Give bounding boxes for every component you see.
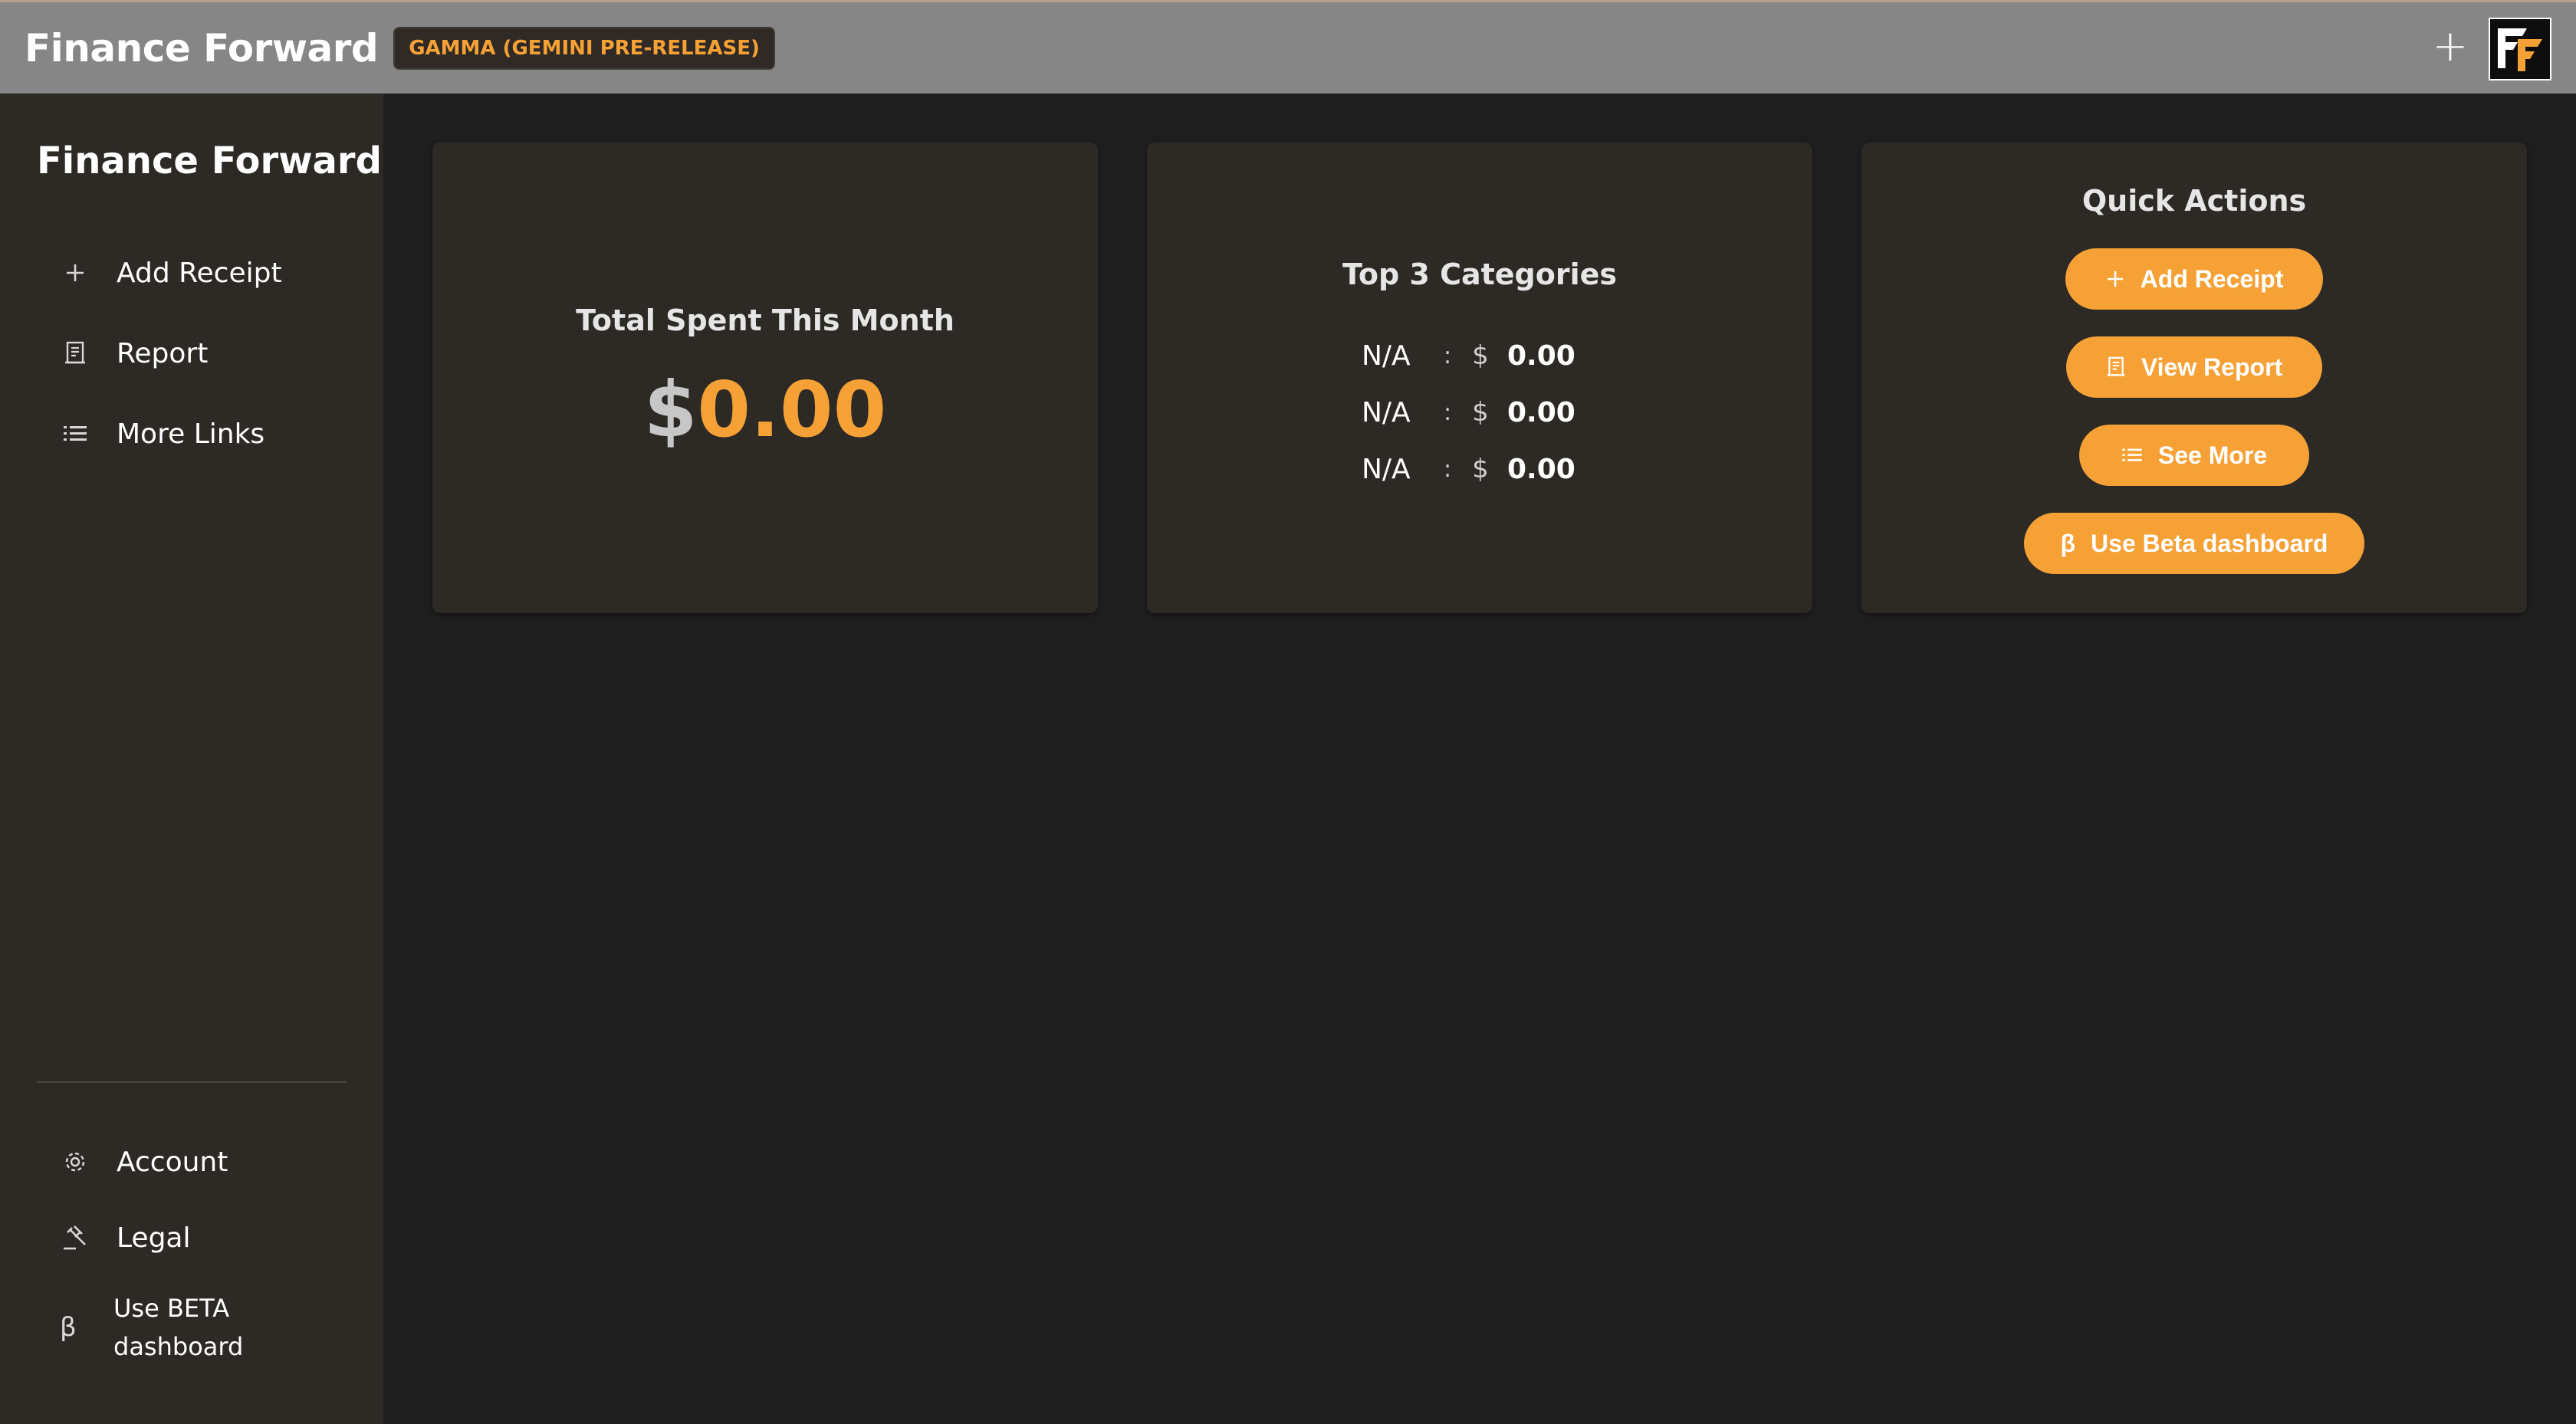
sidebar-item-add-receipt[interactable]: Add Receipt — [60, 250, 282, 296]
sidebar: Finance Forward Add Receipt Report More … — [0, 94, 383, 1424]
category-name: N/A — [1362, 340, 1411, 372]
category-row: N/A : $ 0.00 — [1362, 333, 1576, 379]
sidebar-item-beta-dashboard[interactable]: β Use BETA dashboard — [60, 1289, 274, 1366]
category-amount: 0.00 — [1507, 340, 1576, 372]
quick-actions-title: Quick Actions — [2082, 184, 2307, 218]
category-row: N/A : $ 0.00 — [1362, 389, 1576, 435]
total-spent-card: Total Spent This Month $0.00 — [432, 143, 1098, 613]
finance-forward-logo[interactable] — [2489, 18, 2551, 80]
category-name: N/A — [1362, 396, 1411, 428]
receipt-icon — [2106, 356, 2126, 379]
list-icon — [2121, 447, 2143, 464]
currency-symbol: $ — [643, 365, 698, 454]
gear-icon — [60, 1147, 90, 1177]
currency-symbol: $ — [1472, 454, 1489, 484]
total-spent-amount: $0.00 — [432, 365, 1098, 454]
sidebar-item-label: Report — [117, 337, 209, 369]
view-report-button[interactable]: View Report — [2066, 336, 2322, 398]
amount-value: 0.00 — [697, 365, 887, 454]
sidebar-item-label: Legal — [117, 1222, 191, 1254]
plus-icon[interactable]: + — [2429, 25, 2472, 68]
category-amount: 0.00 — [1507, 396, 1576, 428]
top-app-bar: Finance Forward GAMMA (GEMINI PRE-RELEAS… — [0, 0, 2576, 94]
category-separator: : — [1443, 455, 1452, 483]
beta-icon: β — [60, 1312, 77, 1343]
quick-actions-card: Quick Actions Add Receipt View Report Se… — [1861, 143, 2527, 613]
plus-icon — [2105, 269, 2125, 289]
top-categories-card: Top 3 Categories N/A : $ 0.00 N/A : $ 0.… — [1147, 143, 1812, 613]
sidebar-item-report[interactable]: Report — [60, 330, 208, 376]
currency-symbol: $ — [1472, 397, 1489, 428]
sidebar-item-legal[interactable]: Legal — [60, 1215, 191, 1261]
category-amount: 0.00 — [1507, 453, 1576, 485]
button-label: Add Receipt — [2140, 264, 2284, 293]
see-more-button[interactable]: See More — [2079, 425, 2309, 486]
sidebar-item-label: Add Receipt — [117, 257, 282, 289]
beta-icon: β — [2060, 529, 2076, 557]
gavel-icon — [60, 1222, 90, 1253]
top-categories-title: Top 3 Categories — [1342, 258, 1617, 291]
use-beta-dashboard-button[interactable]: β Use Beta dashboard — [2024, 513, 2364, 574]
button-label: See More — [2157, 441, 2268, 469]
sidebar-title: Finance Forward — [37, 139, 382, 182]
currency-symbol: $ — [1472, 340, 1489, 371]
add-receipt-button[interactable]: Add Receipt — [2065, 248, 2323, 310]
sidebar-item-account[interactable]: Account — [60, 1139, 228, 1185]
total-spent-title: Total Spent This Month — [576, 304, 955, 337]
sidebar-divider — [37, 1081, 347, 1083]
plus-icon — [60, 258, 90, 288]
button-label: Use Beta dashboard — [2091, 529, 2328, 557]
category-separator: : — [1443, 342, 1452, 369]
sidebar-item-label: Account — [117, 1146, 228, 1178]
sidebar-item-label: More Links — [117, 418, 265, 450]
app-title: Finance Forward — [25, 25, 379, 71]
sidebar-item-more-links[interactable]: More Links — [60, 411, 264, 457]
environment-badge: GAMMA (GEMINI PRE-RELEASE) — [393, 26, 775, 70]
category-separator: : — [1443, 399, 1452, 426]
logo-icon — [2498, 28, 2542, 71]
category-row: N/A : $ 0.00 — [1362, 446, 1576, 492]
receipt-icon — [60, 338, 90, 369]
button-label: View Report — [2141, 353, 2283, 381]
list-icon — [60, 418, 90, 449]
sidebar-item-label: Use BETA dashboard — [113, 1294, 244, 1361]
category-name: N/A — [1362, 453, 1411, 485]
